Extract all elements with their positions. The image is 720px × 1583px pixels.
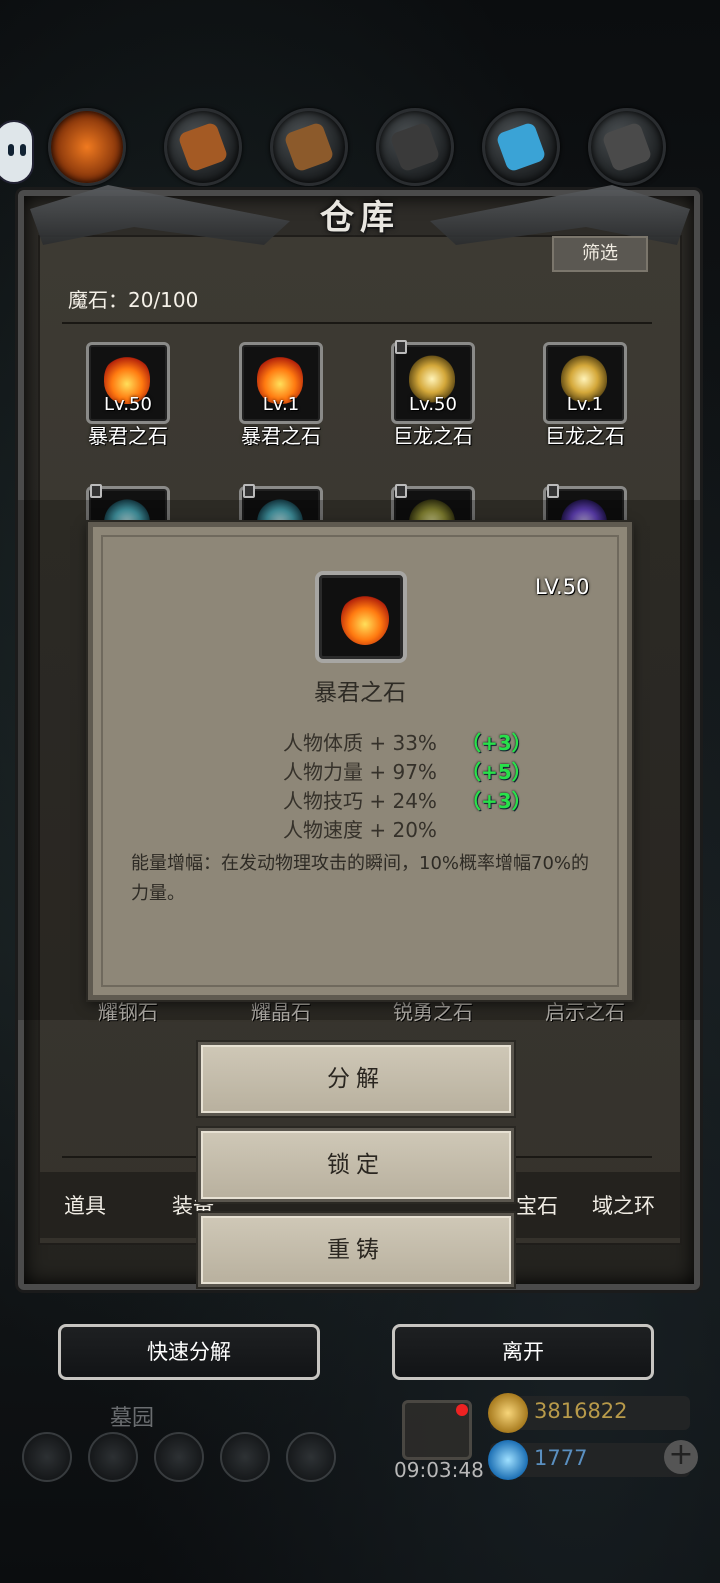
- gold-display: 3816822: [488, 1393, 690, 1433]
- lock-icon: [547, 484, 559, 498]
- stone-name: 巨龙之石: [393, 424, 473, 448]
- lock-icon: [395, 340, 407, 354]
- stat-skill: 人物技巧 + 24%: [283, 789, 437, 813]
- stat-strength: 人物力量 + 97%: [283, 760, 437, 784]
- stone-slot[interactable]: Lv.1: [239, 342, 323, 424]
- gold-amount: 3816822: [534, 1399, 628, 1423]
- stone-name: 暴君之石: [241, 424, 321, 448]
- lock-icon: [243, 484, 255, 498]
- diamond-icon: [488, 1440, 528, 1480]
- stone-slot[interactable]: Lv.1: [543, 342, 627, 424]
- stone-level: Lv.50: [409, 394, 457, 415]
- leave-button[interactable]: 离开: [392, 1324, 654, 1380]
- skill-description: 能量增幅：在发动物理攻击的瞬间，10%概率增幅70%的力量。: [131, 853, 590, 904]
- quick-decompose-button[interactable]: 快速分解: [58, 1324, 320, 1380]
- detail-stone-name: 暴君之石: [314, 680, 406, 706]
- stone-level: Lv.50: [104, 394, 152, 415]
- diamond-amount: 1777: [534, 1446, 588, 1470]
- stone-level: Lv.1: [566, 394, 604, 415]
- mail-icon[interactable]: [220, 1432, 270, 1482]
- header-divider: [62, 322, 652, 324]
- stone-name: 暴君之石: [88, 424, 168, 448]
- stat-speed: 人物速度 + 20%: [283, 818, 437, 842]
- fire-stone-icon: [341, 593, 389, 645]
- lock-icon: [90, 484, 102, 498]
- tab-gems[interactable]: 宝石: [516, 1190, 558, 1220]
- badge-icon[interactable]: [88, 1432, 138, 1482]
- stone-slot[interactable]: Lv.50: [86, 342, 170, 424]
- scene-name: 墓园: [110, 1406, 155, 1431]
- stat-bonus: （+3）: [461, 731, 532, 755]
- stat-constitution: 人物体质 + 33%: [283, 731, 437, 755]
- decompose-button[interactable]: 分解: [198, 1042, 514, 1116]
- gold-coin-icon: [488, 1393, 528, 1433]
- gift-box-icon[interactable]: [286, 1432, 336, 1482]
- filter-button[interactable]: 筛选: [552, 236, 648, 272]
- gift-timer: 09:03:48: [394, 1458, 484, 1482]
- lock-button[interactable]: 锁定: [198, 1128, 514, 1202]
- stone-count-label: 魔石：20/100: [68, 288, 199, 312]
- book-icon[interactable]: [154, 1432, 204, 1482]
- stone-name: 巨龙之石: [545, 424, 625, 448]
- stone-detail-dialog: LV.50 暴君之石 人物体质 + 33% （+3） 人物力量 + 97% （+…: [88, 522, 632, 1000]
- stat-bonus: （+5）: [461, 760, 532, 784]
- stat-bonus: （+3）: [461, 789, 532, 813]
- lock-icon: [395, 484, 407, 498]
- stone-slot[interactable]: Lv.50: [391, 340, 475, 424]
- settings-icon[interactable]: [22, 1432, 72, 1482]
- selected-stone-icon: [315, 571, 407, 663]
- warehouse-title: 仓库: [320, 198, 400, 238]
- tab-items[interactable]: 道具: [64, 1190, 106, 1220]
- diamond-display: 1777: [488, 1440, 690, 1480]
- tab-domain-ring[interactable]: 域之环: [592, 1190, 655, 1220]
- notification-dot: [456, 1404, 468, 1416]
- detail-level: LV.50: [535, 575, 590, 599]
- stone-level: Lv.1: [262, 394, 300, 415]
- recast-button[interactable]: 重铸: [198, 1213, 514, 1287]
- add-currency-button[interactable]: +: [664, 1440, 698, 1474]
